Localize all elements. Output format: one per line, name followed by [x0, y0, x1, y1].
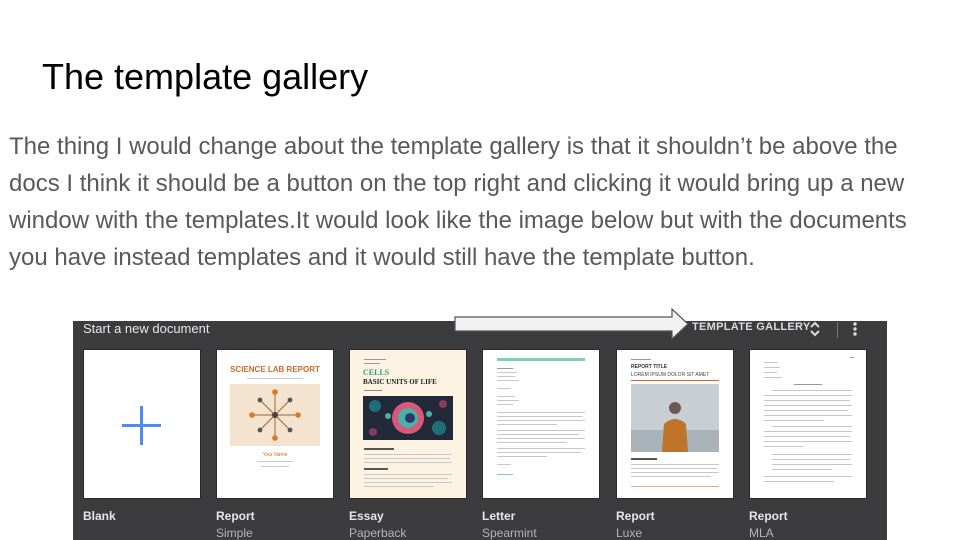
plus-icon	[122, 406, 161, 445]
molecule-illustration	[230, 384, 320, 446]
thumb-title: REPORT TITLE	[631, 364, 668, 370]
gallery-title: Start a new document	[83, 321, 210, 336]
template-sublabel	[83, 526, 201, 540]
more-vert-icon[interactable]	[852, 321, 858, 342]
template-thumbnail-report-mla	[749, 349, 867, 499]
slide-body-text: The thing I would change about the templ…	[9, 133, 907, 271]
template-sublabel: MLA	[749, 526, 774, 540]
template-thumbnail-letter-spearmint	[482, 349, 600, 499]
template-card-letter-spearmint[interactable]: Letter Spearmint	[482, 349, 600, 540]
thumb-title-line1: CELLS	[363, 368, 390, 377]
template-thumbnail-essay-paperback: CELLS BASIC UNITS OF LIFE	[349, 349, 467, 499]
template-label: Report	[616, 509, 655, 523]
thumb-title: SCIENCE LAB REPORT	[230, 365, 320, 374]
template-card-essay-paperback[interactable]: CELLS BASIC UNITS OF LIFE Essay Paperbac…	[349, 349, 467, 540]
slide-title: The template gallery	[42, 56, 369, 97]
template-thumbnail-report-luxe: REPORT TITLE LOREM IPSUM DOLOR SIT AMET	[616, 349, 734, 499]
template-card-blank[interactable]: Blank	[83, 349, 201, 540]
thumb-title-line2: BASIC UNITS OF LIFE	[363, 378, 437, 386]
template-label: Essay	[349, 509, 384, 523]
accent-bar	[497, 358, 585, 361]
thumb-subtitle: LOREM IPSUM DOLOR SIT AMET	[631, 372, 710, 378]
template-thumbnail-report-simple: SCIENCE LAB REPORT Your Name	[216, 349, 334, 499]
template-label: Report	[749, 509, 788, 523]
template-label: Letter	[482, 509, 516, 523]
template-label: Report	[216, 509, 255, 523]
cell-illustration	[363, 396, 453, 440]
template-sublabel: Luxe	[616, 526, 643, 540]
photo-illustration	[631, 384, 719, 452]
template-label: Blank	[83, 509, 116, 523]
template-sublabel: Simple	[216, 526, 253, 540]
template-thumbnail-blank	[83, 349, 201, 499]
arrow-right-icon	[454, 307, 690, 346]
toolbar-divider	[837, 322, 838, 338]
template-sublabel: Spearmint	[482, 526, 537, 540]
template-card-report-mla[interactable]: Report MLA	[749, 349, 867, 540]
unfold-icon[interactable]	[809, 321, 821, 342]
template-card-report-luxe[interactable]: REPORT TITLE LOREM IPSUM DOLOR SIT AMET …	[616, 349, 734, 540]
template-sublabel: Paperback	[349, 526, 407, 540]
template-gallery-button[interactable]: TEMPLATE GALLERY	[692, 321, 810, 333]
template-gallery-panel: Start a new document TEMPLATE GALLERY Bl…	[73, 321, 887, 540]
thumb-author: Your Name	[262, 452, 288, 458]
template-card-report-simple[interactable]: SCIENCE LAB REPORT Your Name Report Simp…	[216, 349, 334, 540]
